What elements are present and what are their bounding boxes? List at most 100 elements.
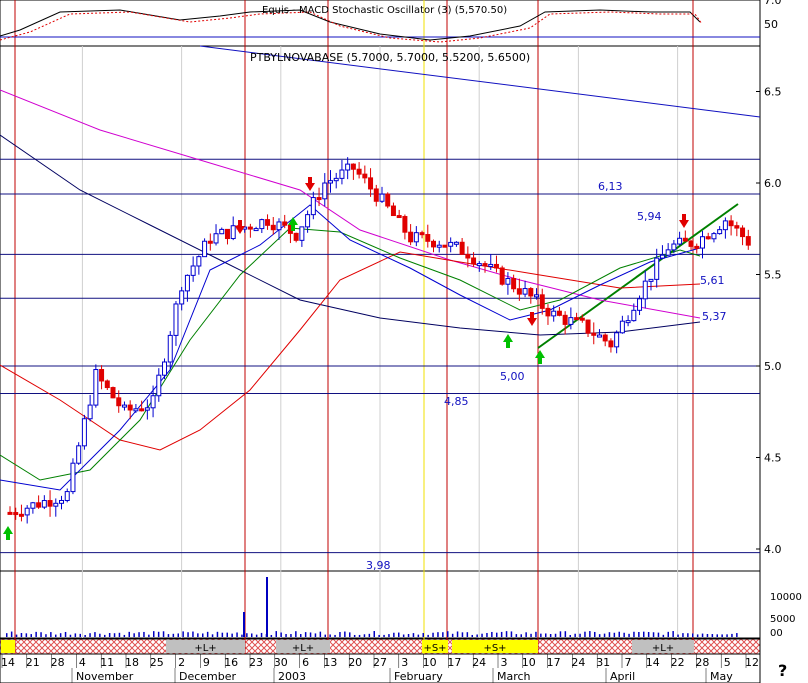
candle-body bbox=[745, 236, 751, 246]
candle-body bbox=[574, 317, 580, 321]
price-tick-label: 4.0 bbox=[764, 543, 782, 556]
candle-body bbox=[482, 263, 488, 267]
candle-body bbox=[213, 233, 219, 244]
volume-bar bbox=[437, 632, 439, 637]
date-tick-label: 5 bbox=[724, 656, 731, 669]
volume-bar bbox=[6, 633, 8, 637]
volume-bar bbox=[706, 633, 709, 637]
candle-body bbox=[717, 229, 723, 235]
candle-body bbox=[305, 214, 311, 228]
candle-body bbox=[18, 513, 24, 517]
candle-body bbox=[219, 228, 225, 235]
candle-body bbox=[121, 404, 127, 408]
candle-body bbox=[139, 408, 145, 412]
volume-bar bbox=[383, 634, 385, 637]
month-label: February bbox=[394, 670, 443, 683]
candle-body bbox=[579, 317, 585, 321]
help-mark[interactable]: ? bbox=[778, 661, 787, 680]
volume-bar bbox=[545, 633, 547, 637]
volume-tick-label: 10000 bbox=[770, 592, 802, 603]
candle-body bbox=[247, 226, 253, 230]
volume-bar bbox=[334, 634, 336, 637]
volume-bar bbox=[25, 633, 28, 637]
volume-bar bbox=[74, 633, 77, 637]
volume-bar bbox=[59, 633, 62, 637]
volume-tick-label: 5000 bbox=[770, 614, 795, 625]
month-label: November bbox=[76, 670, 134, 683]
date-tick-label: 17 bbox=[547, 656, 561, 669]
volume-bar bbox=[466, 632, 469, 637]
volume-tick-label: 00 bbox=[770, 628, 783, 639]
volume-bar-spike bbox=[266, 577, 268, 637]
price-tick-label: 6.5 bbox=[764, 86, 782, 99]
volume-bar bbox=[236, 632, 238, 637]
candle-body bbox=[167, 334, 173, 363]
volume-bar bbox=[64, 631, 67, 637]
month-label: 2003 bbox=[278, 670, 306, 683]
volume-bar bbox=[535, 631, 537, 637]
volume-bar bbox=[241, 634, 243, 637]
date-tick-label: 27 bbox=[373, 656, 387, 669]
volume-bar bbox=[172, 633, 175, 637]
signal-label: +S+ bbox=[423, 643, 446, 654]
candle-body bbox=[522, 288, 528, 295]
candle-body bbox=[722, 220, 728, 231]
volume-bar bbox=[251, 633, 253, 637]
volume-bar bbox=[540, 633, 542, 637]
volume-bar bbox=[652, 632, 655, 637]
candle-body bbox=[637, 298, 643, 311]
volume-bar bbox=[295, 631, 297, 637]
candle-body bbox=[705, 236, 711, 240]
month-label: May bbox=[710, 670, 733, 683]
volume-bar bbox=[118, 632, 121, 637]
candle-body bbox=[224, 228, 230, 240]
date-tick-label: 2 bbox=[178, 656, 185, 669]
volume-bar bbox=[613, 632, 616, 637]
price-tick-label: 6.0 bbox=[764, 177, 782, 190]
candle-body bbox=[625, 320, 631, 324]
volume-bar bbox=[104, 634, 106, 637]
volume-bar bbox=[270, 634, 273, 637]
candle-body bbox=[265, 219, 271, 226]
candle-body bbox=[362, 173, 368, 179]
price-tick-label: 5.5 bbox=[764, 269, 782, 282]
volume-bar bbox=[108, 633, 111, 637]
candle-body bbox=[654, 257, 660, 280]
volume-bar bbox=[442, 632, 444, 637]
volume-bar bbox=[407, 633, 410, 637]
volume-bar bbox=[422, 633, 424, 637]
volume-bar bbox=[246, 633, 248, 637]
candle-body bbox=[728, 220, 734, 227]
candle-body bbox=[476, 263, 482, 267]
volume-bar bbox=[363, 634, 366, 637]
candle-body bbox=[47, 500, 53, 507]
level-label: 4,85 bbox=[444, 395, 469, 408]
volume-bar bbox=[167, 634, 170, 637]
volume-bar bbox=[736, 633, 738, 637]
candle-body bbox=[327, 180, 333, 184]
volume-bar bbox=[525, 632, 527, 637]
volume-bar bbox=[711, 634, 714, 637]
volume-bar bbox=[481, 633, 483, 637]
oscillator-tick-label: 50 bbox=[764, 18, 778, 31]
volume-bar bbox=[510, 631, 513, 637]
volume-bar bbox=[300, 634, 302, 637]
instrument-label: PTBYLNOVABASE (5.7000, 5.7000, 5.5200, 5… bbox=[250, 51, 530, 64]
candle-body bbox=[104, 380, 110, 389]
volume-bar bbox=[260, 632, 263, 637]
candle-body bbox=[162, 361, 168, 376]
stock-chart: 6,13 5,94 5,61 5,37 5,00 4,85 3,98 +L+ +L+ +S+ +S… bbox=[0, 0, 802, 683]
candle-body bbox=[373, 188, 379, 202]
price-axis: 4.04.55.05.56.06.57.07.55010000500000 bbox=[756, 0, 802, 639]
signal-label: +L+ bbox=[292, 643, 314, 654]
volume-bar bbox=[530, 633, 532, 637]
price-tick-label: 4.5 bbox=[764, 452, 782, 465]
volume-bar bbox=[393, 632, 395, 637]
signal-block bbox=[1, 640, 15, 653]
date-tick-label: 12 bbox=[745, 656, 759, 669]
volume-bar bbox=[402, 634, 405, 637]
volume-bar bbox=[662, 634, 665, 637]
date-tick-label: 18 bbox=[125, 656, 139, 669]
volume-bar bbox=[280, 632, 282, 637]
candle-body bbox=[608, 340, 614, 348]
